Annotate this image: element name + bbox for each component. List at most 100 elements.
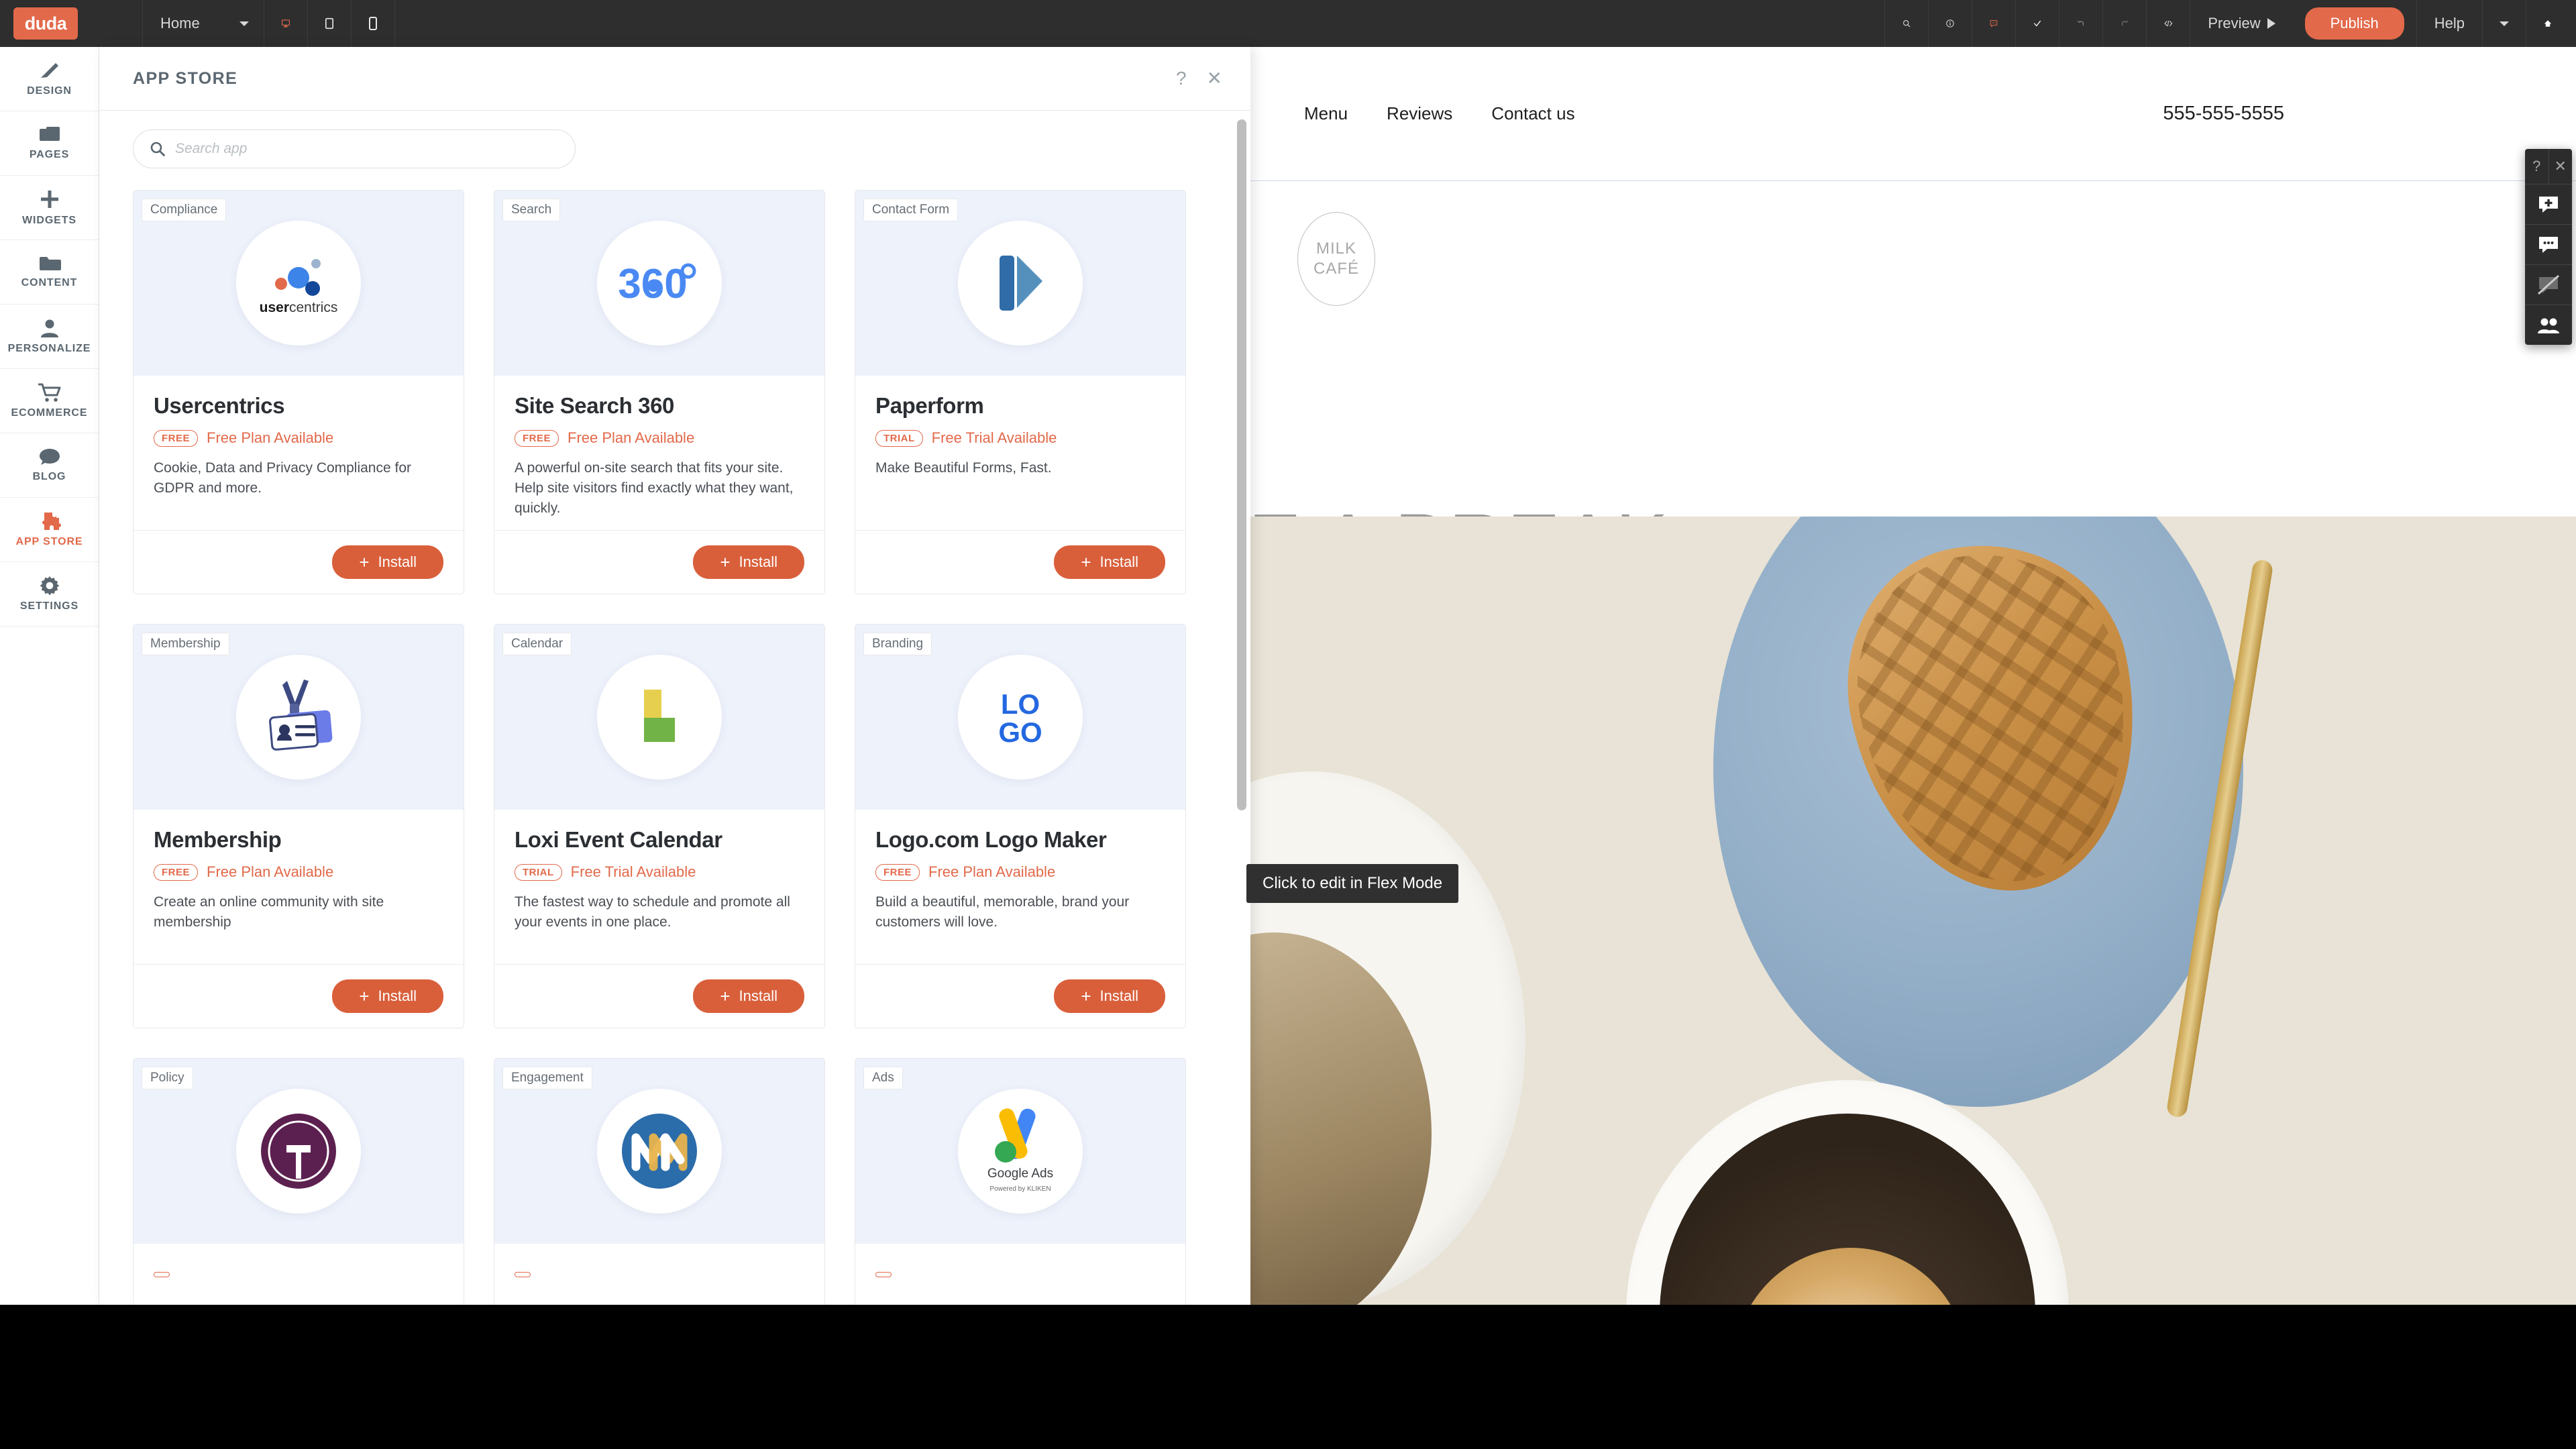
app-card[interactable]: Contact Form Paperform TRIAL Free Trial … <box>855 190 1186 594</box>
sidebar-item-blog[interactable]: BLOG <box>0 433 99 498</box>
app-description: The fastest way to schedule and promote … <box>515 894 790 930</box>
hero-food-image[interactable] <box>1250 517 2576 1305</box>
plan-text: Free Plan Available <box>207 429 334 446</box>
panel-actions: ? ✕ <box>1176 69 1222 88</box>
app-card-media: Calendar <box>494 625 824 810</box>
app-card-media: Search 360 <box>494 191 824 376</box>
google-ads-caption: Google Ads <box>987 1167 1053 1181</box>
undo-button[interactable] <box>2059 0 2102 47</box>
search-icon <box>150 142 165 156</box>
add-comment-icon[interactable] <box>2525 184 2572 224</box>
install-button[interactable]: + Install <box>332 545 443 579</box>
app-card[interactable]: Policy <box>133 1058 464 1305</box>
page-selector[interactable]: Home <box>143 0 264 47</box>
termly-logo <box>236 1089 361 1214</box>
app-card-body <box>855 1244 1185 1305</box>
help-icon[interactable]: ? <box>1176 69 1187 88</box>
sidebar-item-design[interactable]: DESIGN <box>0 47 99 111</box>
device-desktop-button[interactable] <box>264 0 307 47</box>
site-preview: Menu Reviews Contact us 555-555-5555 MIL… <box>1250 47 2576 1305</box>
install-button[interactable]: + Install <box>1054 979 1165 1013</box>
plan-chip: FREE <box>875 863 920 881</box>
search-input[interactable] <box>175 141 559 157</box>
app-category-badge: Membership <box>142 633 229 655</box>
sidebar-item-settings[interactable]: SETTINGS <box>0 562 99 627</box>
site-nav-link-menu[interactable]: Menu <box>1304 103 1348 124</box>
sidebar-item-label: APP STORE <box>15 536 83 547</box>
app-category-badge: Compliance <box>142 199 227 221</box>
comments-icon[interactable] <box>2525 224 2572 264</box>
app-plan <box>875 1272 1165 1277</box>
app-plan: TRIAL Free Trial Available <box>875 429 1165 447</box>
close-icon[interactable]: ✕ <box>1207 69 1222 88</box>
app-card-footer: + Install <box>133 530 464 594</box>
publish-button[interactable]: Publish <box>2304 7 2404 40</box>
app-card[interactable]: Branding LO GO Logo.com Logo Maker FREE <box>855 624 1186 1028</box>
comment-button[interactable] <box>1972 0 2015 47</box>
app-card-footer: + Install <box>133 964 464 1028</box>
app-card[interactable]: Membership Membership FREE Free Plan Ava… <box>133 624 464 1028</box>
sidebar-item-app-store[interactable]: APP STORE <box>0 498 99 562</box>
sidebar-item-pages[interactable]: PAGES <box>0 111 99 176</box>
sidebar-item-label: CONTENT <box>21 277 78 288</box>
account-chevron-button[interactable] <box>2483 0 2526 47</box>
app-description: Create an online community with site mem… <box>154 894 384 930</box>
duda-logo[interactable]: duda <box>13 7 78 40</box>
home-button[interactable] <box>2526 0 2569 47</box>
sidebar-item-widgets[interactable]: WIDGETS <box>0 176 99 240</box>
install-button[interactable]: + Install <box>693 979 804 1013</box>
code-button[interactable] <box>2147 0 2190 47</box>
app-card[interactable]: Ads Google Ads Powered by KLIKEN <box>855 1058 1186 1305</box>
hide-comments-icon[interactable] <box>2525 264 2572 305</box>
plus-icon: + <box>1081 986 1091 1006</box>
plan-chip <box>515 1272 531 1277</box>
app-card[interactable]: Engagement <box>494 1058 825 1305</box>
save-check-button[interactable] <box>2016 0 2059 47</box>
install-button[interactable]: + Install <box>332 979 443 1013</box>
sidebar-item-personalize[interactable]: PERSONALIZE <box>0 305 99 369</box>
install-button[interactable]: + Install <box>693 545 804 579</box>
info-button[interactable] <box>1929 0 1972 47</box>
milk-cafe-logo: MILK CAFÉ <box>1297 212 1375 306</box>
app-card-body: Usercentrics FREE Free Plan Available Co… <box>133 376 464 530</box>
milk-cafe-logo-line1: MILK <box>1316 239 1356 258</box>
site-phone-number: 555-555-5555 <box>2163 103 2284 124</box>
app-card-media: Membership <box>133 625 464 810</box>
sidebar-item-label: PAGES <box>29 149 70 160</box>
sidebar-item-ecommerce[interactable]: ECOMMERCE <box>0 369 99 433</box>
app-card-media: Branding LO GO <box>855 625 1185 810</box>
device-mobile-button[interactable] <box>352 0 394 47</box>
device-tablet-button[interactable] <box>308 0 351 47</box>
plan-chip: FREE <box>515 429 559 447</box>
preview-button[interactable]: Preview <box>2190 0 2292 47</box>
sidebar-item-label: BLOG <box>32 471 66 482</box>
collaborators-icon[interactable] <box>2525 305 2572 345</box>
site-hero: MILK CAFÉ TAKE A BREAK Relax in a cosy a… <box>1250 181 2576 688</box>
scrollbar-thumb[interactable] <box>1237 119 1246 810</box>
panel-scrollbar[interactable] <box>1237 119 1246 1305</box>
google-ads-subcaption: Powered by KLIKEN <box>989 1185 1051 1193</box>
install-button[interactable]: + Install <box>1054 545 1165 579</box>
install-label: Install <box>739 553 777 570</box>
app-grid-scroll[interactable]: Compliance usercentrics Usercentrics FRE… <box>99 175 1250 1305</box>
site-nav-link-reviews[interactable]: Reviews <box>1387 103 1452 124</box>
app-card-media: Engagement <box>494 1059 824 1244</box>
search-button[interactable] <box>1885 0 1928 47</box>
app-category-badge: Branding <box>863 633 932 655</box>
redo-button[interactable] <box>2103 0 2146 47</box>
app-card[interactable]: Calendar Loxi Event Calendar TRIAL Free … <box>494 624 825 1028</box>
app-card-media: Compliance usercentrics <box>133 191 464 376</box>
site-nav-link-contact-us[interactable]: Contact us <box>1491 103 1574 124</box>
help-button[interactable]: Help <box>2417 0 2482 47</box>
app-card[interactable]: Search 360 Site Search 360 FREE <box>494 190 825 594</box>
sidebar-item-content[interactable]: CONTENT <box>0 240 99 305</box>
plan-text: Free Trial Available <box>931 429 1057 446</box>
app-category-badge: Policy <box>142 1067 193 1089</box>
app-card[interactable]: Compliance usercentrics Usercentrics FRE… <box>133 190 464 594</box>
search-box[interactable] <box>133 129 576 168</box>
comment-panel-help-icon[interactable]: ? <box>2525 149 2548 184</box>
svg-text:GO: GO <box>998 716 1042 748</box>
app-category-badge: Engagement <box>502 1067 592 1089</box>
app-name: Paperform <box>875 393 984 418</box>
comment-panel-close-icon[interactable]: ✕ <box>2548 149 2573 184</box>
